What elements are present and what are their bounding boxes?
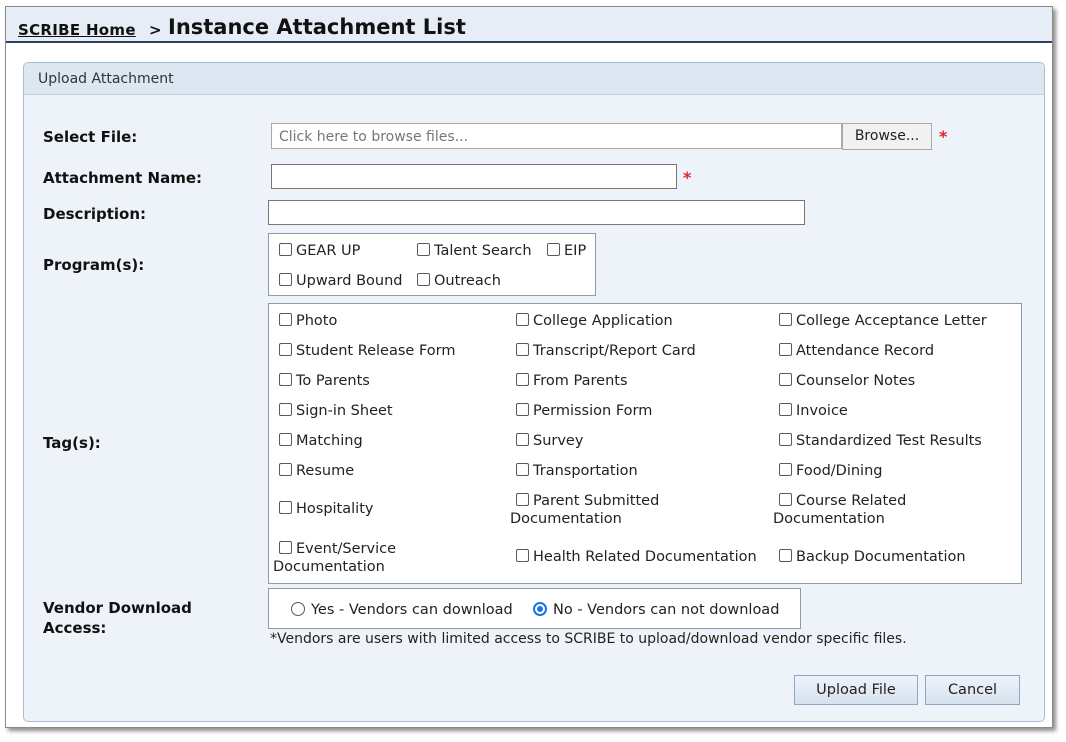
panel-title: Upload Attachment — [38, 71, 174, 87]
tag-transportation-checkbox[interactable]: Transportation — [516, 462, 638, 480]
programs-label: Program(s): — [43, 256, 145, 274]
checkbox-icon — [279, 433, 292, 446]
checkbox-icon — [779, 373, 792, 386]
tag-student-release-form-checkbox[interactable]: Student Release Form — [279, 342, 455, 360]
tag-hospitality-checkbox[interactable]: Hospitality — [279, 500, 373, 518]
tag-health-related-documentation-checkbox[interactable]: Health Related Documentation — [516, 548, 757, 566]
checkbox-icon — [279, 463, 292, 476]
tag-course-related-documentation-checkbox[interactable]: Course Related Documentation — [773, 492, 906, 528]
checkbox-icon — [779, 463, 792, 476]
program-upward-bound-checkbox[interactable]: Upward Bound — [279, 272, 402, 290]
checkbox-icon — [279, 373, 292, 386]
program-talent-search-checkbox[interactable]: Talent Search — [417, 242, 532, 260]
file-path-field[interactable]: Click here to browse files... — [271, 123, 842, 149]
checkbox-icon — [516, 433, 529, 446]
upload-file-button[interactable]: Upload File — [794, 675, 918, 705]
tag-from-parents-checkbox[interactable]: From Parents — [516, 372, 628, 390]
tag-attendance-record-checkbox[interactable]: Attendance Record — [779, 342, 934, 360]
programs-group: GEAR UP Talent Search EIP Upward Bound O… — [268, 233, 596, 296]
attachment-name-input[interactable] — [271, 164, 677, 189]
tag-standardized-test-results-checkbox[interactable]: Standardized Test Results — [779, 432, 982, 450]
radio-icon — [291, 602, 305, 616]
vendor-access-label-line2: Access: — [43, 619, 107, 637]
vendor-access-group: Yes - Vendors can download No - Vendors … — [268, 588, 801, 629]
checkbox-icon — [417, 273, 430, 286]
checkbox-icon — [516, 463, 529, 476]
tag-food-dining-checkbox[interactable]: Food/Dining — [779, 462, 882, 480]
breadcrumb-separator: > — [149, 21, 162, 39]
checkbox-icon — [279, 501, 292, 514]
vendor-no-radio[interactable]: No - Vendors can not download — [533, 601, 779, 619]
cancel-button[interactable]: Cancel — [925, 675, 1020, 705]
checkbox-icon — [516, 343, 529, 356]
tag-permission-form-checkbox[interactable]: Permission Form — [516, 402, 652, 420]
select-file-label: Select File: — [43, 128, 138, 146]
tag-matching-checkbox[interactable]: Matching — [279, 432, 363, 450]
program-outreach-checkbox[interactable]: Outreach — [417, 272, 501, 290]
tag-sign-in-sheet-checkbox[interactable]: Sign-in Sheet — [279, 402, 393, 420]
checkbox-icon — [779, 403, 792, 416]
checkbox-icon — [779, 313, 792, 326]
tag-survey-checkbox[interactable]: Survey — [516, 432, 583, 450]
tag-to-parents-checkbox[interactable]: To Parents — [279, 372, 370, 390]
program-gear-up-checkbox[interactable]: GEAR UP — [279, 242, 360, 260]
vendor-yes-radio[interactable]: Yes - Vendors can download — [291, 601, 513, 619]
checkbox-icon — [516, 493, 529, 506]
checkbox-icon — [516, 373, 529, 386]
tag-parent-submitted-documentation-checkbox[interactable]: Parent Submitted Documentation — [510, 492, 659, 528]
checkbox-icon — [279, 541, 292, 554]
tag-invoice-checkbox[interactable]: Invoice — [779, 402, 848, 420]
checkbox-icon — [279, 243, 292, 256]
page-title: Instance Attachment List — [168, 15, 466, 39]
upload-attachment-panel: Upload Attachment Select File: Click her… — [23, 62, 1045, 722]
tag-transcript-report-card-checkbox[interactable]: Transcript/Report Card — [516, 342, 696, 360]
tag-backup-documentation-checkbox[interactable]: Backup Documentation — [779, 548, 966, 566]
checkbox-icon — [279, 273, 292, 286]
radio-selected-icon — [533, 602, 547, 616]
tag-counselor-notes-checkbox[interactable]: Counselor Notes — [779, 372, 915, 390]
description-input[interactable] — [268, 200, 805, 225]
required-marker: * — [683, 168, 692, 187]
checkbox-icon — [279, 313, 292, 326]
required-marker: * — [939, 127, 948, 146]
tag-college-application-checkbox[interactable]: College Application — [516, 312, 673, 330]
checkbox-icon — [516, 313, 529, 326]
tags-group: Photo College Application College Accept… — [268, 303, 1022, 584]
panel-header: Upload Attachment — [24, 63, 1044, 95]
checkbox-icon — [279, 343, 292, 356]
checkbox-icon — [779, 549, 792, 562]
checkbox-icon — [516, 549, 529, 562]
program-eip-checkbox[interactable]: EIP — [547, 242, 586, 260]
vendor-access-label-line1: Vendor Download — [43, 599, 192, 617]
checkbox-icon — [779, 433, 792, 446]
breadcrumb-home-link[interactable]: SCRIBE Home — [18, 21, 136, 39]
vendor-note: *Vendors are users with limited access t… — [270, 631, 907, 647]
attachment-name-label: Attachment Name: — [43, 169, 202, 187]
tag-photo-checkbox[interactable]: Photo — [279, 312, 337, 330]
checkbox-icon — [516, 403, 529, 416]
checkbox-icon — [417, 243, 430, 256]
page-header: SCRIBE Home > Instance Attachment List — [6, 7, 1052, 43]
checkbox-icon — [779, 493, 792, 506]
window-frame: SCRIBE Home > Instance Attachment List U… — [5, 6, 1053, 728]
checkbox-icon — [547, 243, 560, 256]
tag-resume-checkbox[interactable]: Resume — [279, 462, 354, 480]
tag-college-acceptance-letter-checkbox[interactable]: College Acceptance Letter — [779, 312, 987, 330]
checkbox-icon — [779, 343, 792, 356]
tag-event-service-documentation-checkbox[interactable]: Event/Service Documentation — [273, 540, 396, 576]
browse-button[interactable]: Browse... — [842, 123, 932, 150]
checkbox-icon — [279, 403, 292, 416]
tags-label: Tag(s): — [43, 434, 101, 452]
description-label: Description: — [43, 205, 147, 223]
